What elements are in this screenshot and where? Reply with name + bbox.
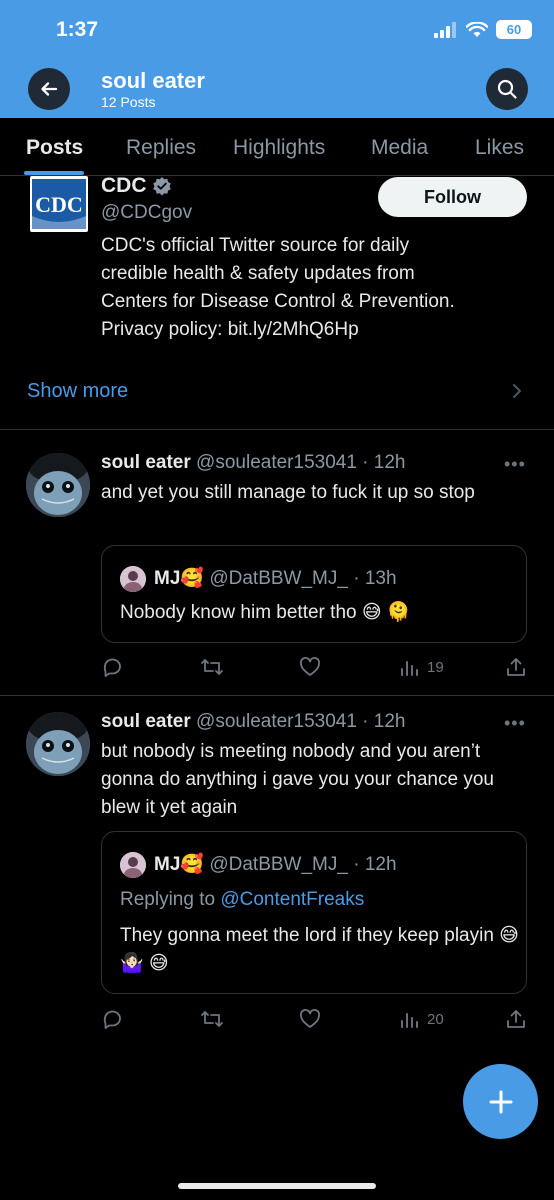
share-icon	[507, 1010, 525, 1028]
tab-media[interactable]: Media	[371, 136, 428, 160]
tweet-text: and yet you still manage to fuck it up s…	[101, 482, 475, 503]
more-icon[interactable]: •••	[504, 454, 526, 475]
cdc-logo[interactable]: CDC	[30, 176, 88, 232]
wifi-icon	[466, 21, 488, 37]
tweet-actions: 19	[101, 654, 531, 680]
tab-highlights[interactable]: Highlights	[233, 136, 325, 160]
tab-posts[interactable]: Posts	[26, 136, 83, 160]
compose-plus-icon	[489, 1090, 512, 1113]
share-button[interactable]	[505, 654, 527, 680]
profile-header: 1:37 60 soul eater 12 Posts	[0, 0, 554, 118]
author-meta: @souleater153041 · 12h	[196, 711, 406, 732]
quote-text: Nobody know him better tho 😅 🫠	[120, 602, 411, 623]
tweet-actions: 20	[101, 1006, 531, 1032]
view-count: 19	[427, 658, 444, 676]
author-name[interactable]: soul eater	[101, 711, 191, 732]
verified-badge-icon	[152, 177, 171, 196]
follow-button[interactable]: Follow	[378, 177, 527, 217]
like-button[interactable]	[299, 1006, 321, 1032]
card-name-text: CDC	[101, 174, 147, 197]
bio-line: credible health & safety updates from	[101, 263, 415, 284]
retweet-button[interactable]	[200, 1006, 224, 1032]
card-account-name[interactable]: CDC	[101, 174, 172, 198]
retweet-button[interactable]	[200, 654, 224, 680]
share-button[interactable]	[505, 1006, 527, 1032]
quote-author-meta: @DatBBW_MJ_ · 13h	[209, 568, 397, 589]
back-button[interactable]	[28, 68, 70, 110]
back-arrow-icon	[41, 82, 58, 96]
replying-to: Replying to @ContentFreaks	[120, 889, 364, 911]
views-button[interactable]: 20	[399, 1006, 444, 1032]
search-icon	[497, 79, 517, 99]
tweet-header: soul eater @souleater153041 · 12h	[101, 711, 405, 733]
quote-avatar	[120, 566, 146, 592]
search-button[interactable]	[486, 68, 528, 110]
battery-indicator: 60	[496, 20, 532, 39]
signal-icon	[434, 21, 456, 38]
share-icon	[507, 658, 525, 676]
cdc-logo-text: CDC	[35, 192, 83, 217]
tab-replies[interactable]: Replies	[126, 136, 196, 160]
post-count: 12 Posts	[101, 94, 156, 110]
quote-header: MJ🥰 @DatBBW_MJ_ · 12h	[154, 852, 397, 876]
divider	[0, 695, 554, 696]
status-indicators: 60	[434, 20, 532, 39]
quote-author-meta: @DatBBW_MJ_ · 12h	[209, 854, 397, 875]
status-time: 1:37	[56, 18, 99, 41]
like-icon	[300, 1009, 320, 1028]
quote-avatar	[120, 852, 146, 878]
like-button[interactable]	[299, 654, 321, 680]
author-meta: @souleater153041 · 12h	[196, 452, 406, 473]
active-tab-indicator	[24, 171, 84, 175]
quote-author-name: MJ🥰	[154, 854, 205, 875]
reply-button[interactable]	[101, 1006, 123, 1032]
replying-prefix: Replying to	[120, 889, 216, 910]
tab-likes[interactable]: Likes	[475, 136, 524, 160]
reply-button[interactable]	[101, 654, 123, 680]
compose-button[interactable]	[463, 1064, 538, 1139]
views-icon	[401, 661, 418, 676]
chevron-right-icon[interactable]	[510, 382, 524, 400]
bio-line: CDC's official Twitter source for daily	[101, 235, 410, 256]
reply-icon	[103, 658, 121, 677]
bio-line: Centers for Disease Control & Prevention…	[101, 291, 455, 312]
avatar[interactable]	[26, 453, 90, 517]
card-handle: @CDCgov	[101, 202, 193, 223]
views-button[interactable]: 19	[399, 654, 444, 680]
bio-line[interactable]: Privacy policy: bit.ly/2MhQ6Hp	[101, 316, 521, 344]
author-name[interactable]: soul eater	[101, 452, 191, 473]
quote-header: MJ🥰 @DatBBW_MJ_ · 13h	[154, 566, 397, 590]
tweet-header: soul eater @souleater153041 · 12h	[101, 452, 405, 474]
retweet-icon	[201, 1011, 223, 1027]
like-icon	[300, 657, 320, 676]
views-icon	[401, 1013, 418, 1028]
card-bio: CDC's official Twitter source for daily …	[101, 232, 521, 344]
profile-tabs: Posts Replies Highlights Media Likes	[0, 118, 554, 176]
quoted-tweet[interactable]: MJ🥰 @DatBBW_MJ_ · 12h Replying to @Conte…	[101, 831, 527, 994]
quoted-tweet[interactable]: MJ🥰 @DatBBW_MJ_ · 13h Nobody know him be…	[101, 545, 527, 643]
quote-author-name: MJ🥰	[154, 568, 205, 589]
show-more-link[interactable]: Show more	[27, 380, 128, 403]
tweet-text: but nobody is meeting nobody and you are…	[101, 741, 494, 818]
quote-text: They gonna meet the lord if they keep pl…	[120, 925, 519, 974]
retweet-icon	[201, 659, 223, 675]
avatar[interactable]	[26, 712, 90, 776]
home-indicator[interactable]	[178, 1183, 376, 1189]
divider	[0, 429, 554, 430]
profile-title: soul eater	[101, 68, 205, 93]
view-count: 20	[427, 1010, 444, 1028]
replying-to-link[interactable]: @ContentFreaks	[220, 889, 364, 910]
reply-icon	[103, 1010, 121, 1029]
more-icon[interactable]: •••	[504, 713, 526, 734]
